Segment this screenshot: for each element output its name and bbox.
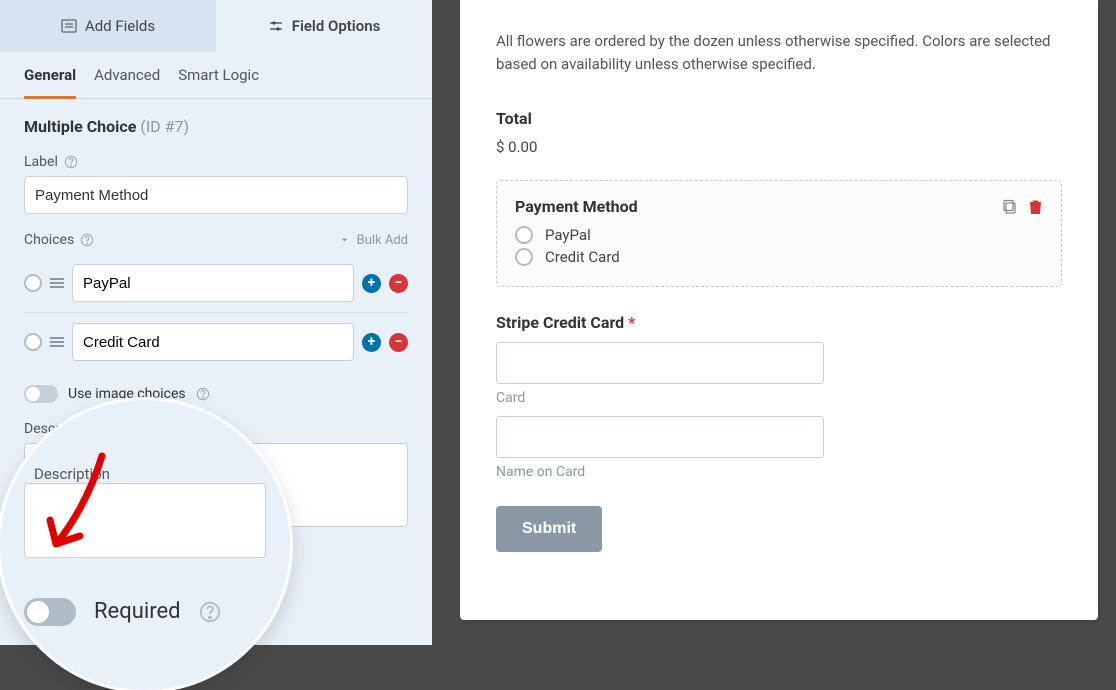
default-radio[interactable] bbox=[24, 333, 42, 351]
spotlight-zoom: Description Required bbox=[0, 400, 290, 690]
choices-header: Choices Bulk Add bbox=[24, 232, 408, 248]
required-label: Required bbox=[94, 599, 181, 624]
subtab-smart-logic[interactable]: Smart Logic bbox=[178, 66, 259, 98]
label-label: Label bbox=[24, 154, 58, 170]
payment-option[interactable]: PayPal bbox=[515, 226, 1043, 244]
name-on-card-input[interactable] bbox=[496, 416, 824, 458]
add-choice-button[interactable]: + bbox=[362, 333, 381, 352]
form-preview-wrapper: All flowers are ordered by the dozen unl… bbox=[460, 0, 1116, 645]
field-type: Multiple Choice bbox=[24, 117, 136, 136]
choice-row: + − bbox=[24, 312, 408, 371]
card-input[interactable] bbox=[496, 342, 824, 384]
form-icon bbox=[61, 18, 77, 34]
choice-input[interactable] bbox=[72, 264, 354, 302]
description-label-zoom: Description bbox=[34, 465, 266, 483]
remove-choice-button[interactable]: − bbox=[389, 333, 408, 352]
drag-icon[interactable] bbox=[50, 335, 64, 349]
choices-label: Choices bbox=[24, 232, 74, 248]
field-id: (ID #7) bbox=[140, 117, 189, 136]
add-choice-button[interactable]: + bbox=[362, 274, 381, 293]
description-textarea-zoom[interactable] bbox=[24, 483, 266, 558]
total-amount: $ 0.00 bbox=[496, 138, 1062, 156]
default-radio[interactable] bbox=[24, 274, 42, 292]
duplicate-icon[interactable] bbox=[1002, 199, 1018, 215]
payment-method-field[interactable]: Payment Method PayPal Credit Card bbox=[496, 180, 1062, 287]
payment-option-label: PayPal bbox=[545, 226, 591, 244]
tab-add-fields[interactable]: Add Fields bbox=[0, 0, 216, 52]
payment-method-label: Payment Method bbox=[515, 197, 638, 216]
download-icon bbox=[338, 234, 351, 247]
help-icon[interactable] bbox=[196, 387, 210, 401]
drag-icon[interactable] bbox=[50, 276, 64, 290]
subtab-general[interactable]: General bbox=[24, 66, 76, 99]
subtabs: General Advanced Smart Logic bbox=[0, 52, 432, 99]
panel-tabs: Add Fields Field Options bbox=[0, 0, 432, 52]
tab-field-options-label: Field Options bbox=[292, 17, 381, 35]
choice-input[interactable] bbox=[72, 323, 354, 361]
payment-option[interactable]: Credit Card bbox=[515, 248, 1043, 266]
stripe-label-text: Stripe Credit Card bbox=[496, 313, 624, 332]
tab-field-options[interactable]: Field Options bbox=[216, 0, 432, 52]
total-label: Total bbox=[496, 109, 1062, 128]
subtab-advanced[interactable]: Advanced bbox=[94, 66, 160, 98]
image-choices-label: Use image choices bbox=[68, 386, 186, 402]
notice-text: All flowers are ordered by the dozen unl… bbox=[496, 30, 1062, 75]
label-input[interactable] bbox=[24, 176, 408, 214]
image-choices-row: Use image choices bbox=[24, 385, 408, 403]
help-icon[interactable] bbox=[199, 601, 221, 623]
submit-button[interactable]: Submit bbox=[496, 506, 602, 552]
radio-icon bbox=[515, 226, 533, 244]
remove-choice-button[interactable]: − bbox=[389, 274, 408, 293]
tab-add-fields-label: Add Fields bbox=[85, 17, 155, 35]
bulk-add-link[interactable]: Bulk Add bbox=[338, 233, 408, 248]
choice-row: + − bbox=[24, 254, 408, 312]
form-preview: All flowers are ordered by the dozen unl… bbox=[460, 0, 1098, 620]
name-sublabel: Name on Card bbox=[496, 464, 1062, 480]
sliders-icon bbox=[268, 18, 284, 34]
payment-option-label: Credit Card bbox=[545, 248, 620, 266]
image-choices-toggle[interactable] bbox=[24, 385, 58, 403]
required-toggle[interactable] bbox=[24, 598, 76, 626]
card-sublabel: Card bbox=[496, 390, 1062, 406]
radio-icon bbox=[515, 248, 533, 266]
label-row: Label bbox=[24, 154, 408, 170]
trash-icon[interactable] bbox=[1028, 199, 1043, 215]
bulk-add-label: Bulk Add bbox=[357, 233, 408, 248]
field-options-panel: Add Fields Field Options General Advance… bbox=[0, 0, 432, 645]
stripe-field-label: Stripe Credit Card * bbox=[496, 313, 1062, 332]
help-icon[interactable] bbox=[64, 155, 78, 169]
help-icon[interactable] bbox=[80, 233, 94, 247]
field-type-heading: Multiple Choice (ID #7) bbox=[24, 117, 408, 136]
required-asterisk: * bbox=[628, 313, 635, 332]
